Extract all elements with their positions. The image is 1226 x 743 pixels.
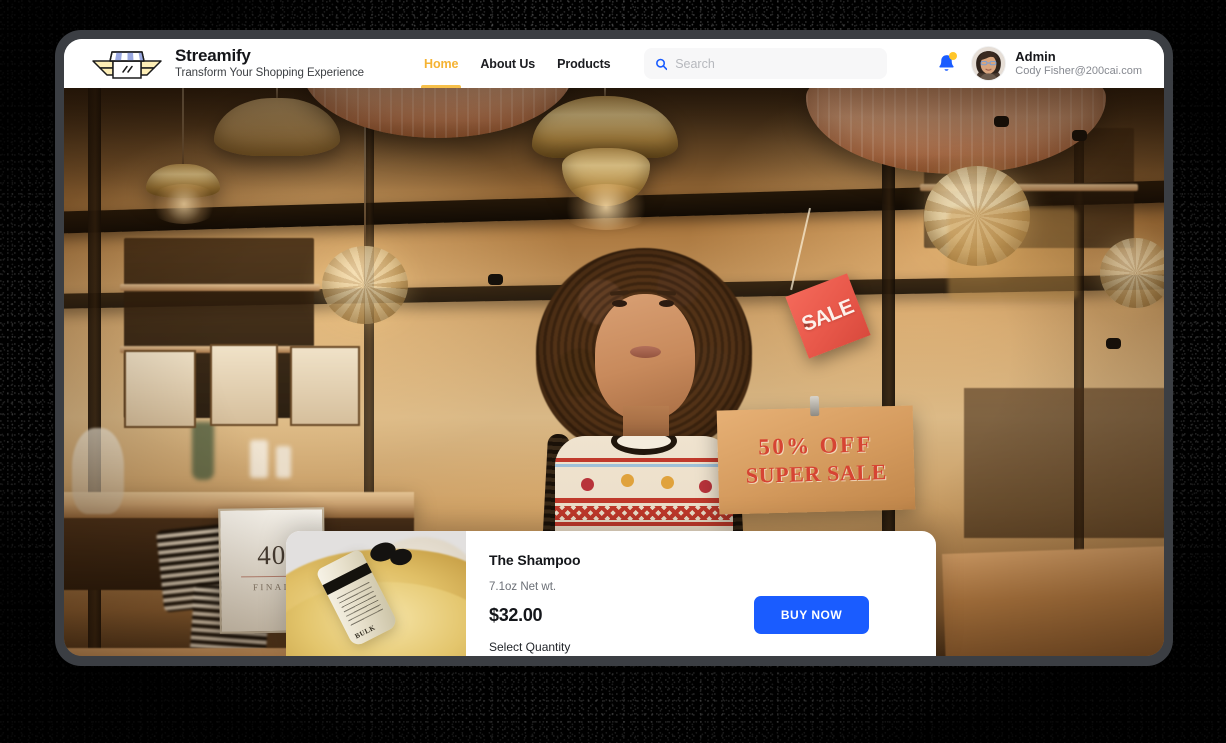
quantity-label: Select Quantity <box>489 640 571 654</box>
bottle-label-lines <box>336 581 385 629</box>
site-header: Streamify Transform Your Shopping Experi… <box>64 39 1164 88</box>
vest-flower-2 <box>621 474 634 487</box>
model-lips <box>630 346 661 358</box>
vest-flower-1 <box>581 478 594 491</box>
super-sale-sign: 50% OFF SUPER SALE <box>716 395 916 515</box>
chair-silhouette-right <box>948 208 1078 300</box>
pendant-lamp-glass-far-right <box>1100 238 1164 308</box>
avatar <box>972 47 1006 80</box>
notifications-button[interactable] <box>937 52 958 74</box>
sale-sign-line-2: SUPER SALE <box>745 459 888 488</box>
search-box[interactable] <box>643 48 887 79</box>
winged-shop-logo-icon <box>92 50 162 79</box>
product-title: The Shampoo <box>489 552 581 568</box>
display-table-right <box>941 546 1164 656</box>
product-card: BULK The Shampoo 7.1oz Net wt. $32.00 Se… <box>286 531 936 656</box>
model-eye-right <box>659 300 674 307</box>
user-name: Admin <box>1015 48 1056 64</box>
doorway-right <box>964 388 1164 538</box>
main-navigation: Home About Us Products <box>421 39 611 88</box>
user-account-menu[interactable]: Admin Cody Fisher@200cai.com <box>972 47 1142 80</box>
bottle-decor <box>192 422 214 480</box>
vest-stripe-1 <box>555 458 733 462</box>
framed-art-2 <box>210 344 278 426</box>
display-table-left <box>64 648 294 656</box>
vest-stripe-3 <box>555 498 733 503</box>
product-thumbnail[interactable]: BULK <box>286 531 466 656</box>
user-email: Cody Fisher@200cai.com <box>1015 65 1142 78</box>
product-details: The Shampoo 7.1oz Net wt. $32.00 Select … <box>466 531 936 656</box>
product-subtitle: 7.1oz Net wt. <box>489 581 557 593</box>
buy-now-button[interactable]: BUY NOW <box>754 596 869 634</box>
nav-item-home[interactable]: Home <box>421 39 462 88</box>
hero-banner: 40 FINAL SALE 50% OFF SUPER SALE BULK Th… <box>64 88 1164 656</box>
track-spotlight-3 <box>1072 130 1087 141</box>
nav-item-about-us[interactable]: About Us <box>480 39 535 88</box>
brand-tagline: Transform Your Shopping Experience <box>175 67 365 80</box>
avatar-photo <box>972 47 1006 80</box>
framed-art-1 <box>124 350 196 428</box>
search-icon <box>655 58 667 70</box>
candle-decor-2 <box>276 446 291 478</box>
track-spotlight-4 <box>1106 338 1121 349</box>
framed-art-3 <box>290 346 360 426</box>
nav-item-products[interactable]: Products <box>557 39 610 88</box>
vest-collar <box>611 436 677 455</box>
glass-vase-left <box>72 428 124 514</box>
track-spotlight-1 <box>488 274 503 285</box>
shelf-plank-1 <box>120 284 320 291</box>
sale-sign-line-1: 50% OFF <box>758 431 874 460</box>
track-spotlight-2 <box>994 116 1009 127</box>
header-right-group: Admin Cody Fisher@200cai.com <box>937 47 1164 80</box>
vest-stripe-2 <box>555 464 733 467</box>
vest-flower-3 <box>661 476 674 489</box>
poster-big-text: 40 <box>257 539 287 571</box>
browser-viewport: Streamify Transform Your Shopping Experi… <box>64 39 1164 656</box>
brand-name: Streamify <box>175 46 251 66</box>
hang-tag-label: SALE <box>798 294 857 337</box>
vest-zigzag-1 <box>555 506 733 520</box>
vest-stripe-4 <box>555 522 733 526</box>
search-input[interactable] <box>675 56 876 71</box>
pendant-lamp-glass-left <box>322 246 408 324</box>
model-eye-left <box>612 300 627 307</box>
brand-logo-group[interactable]: Streamify Transform Your Shopping Experi… <box>90 44 364 84</box>
vest-flower-4 <box>699 480 712 493</box>
lamp-cord-1 <box>182 88 184 170</box>
candle-decor-1 <box>250 440 268 478</box>
sign-clip <box>809 395 820 417</box>
